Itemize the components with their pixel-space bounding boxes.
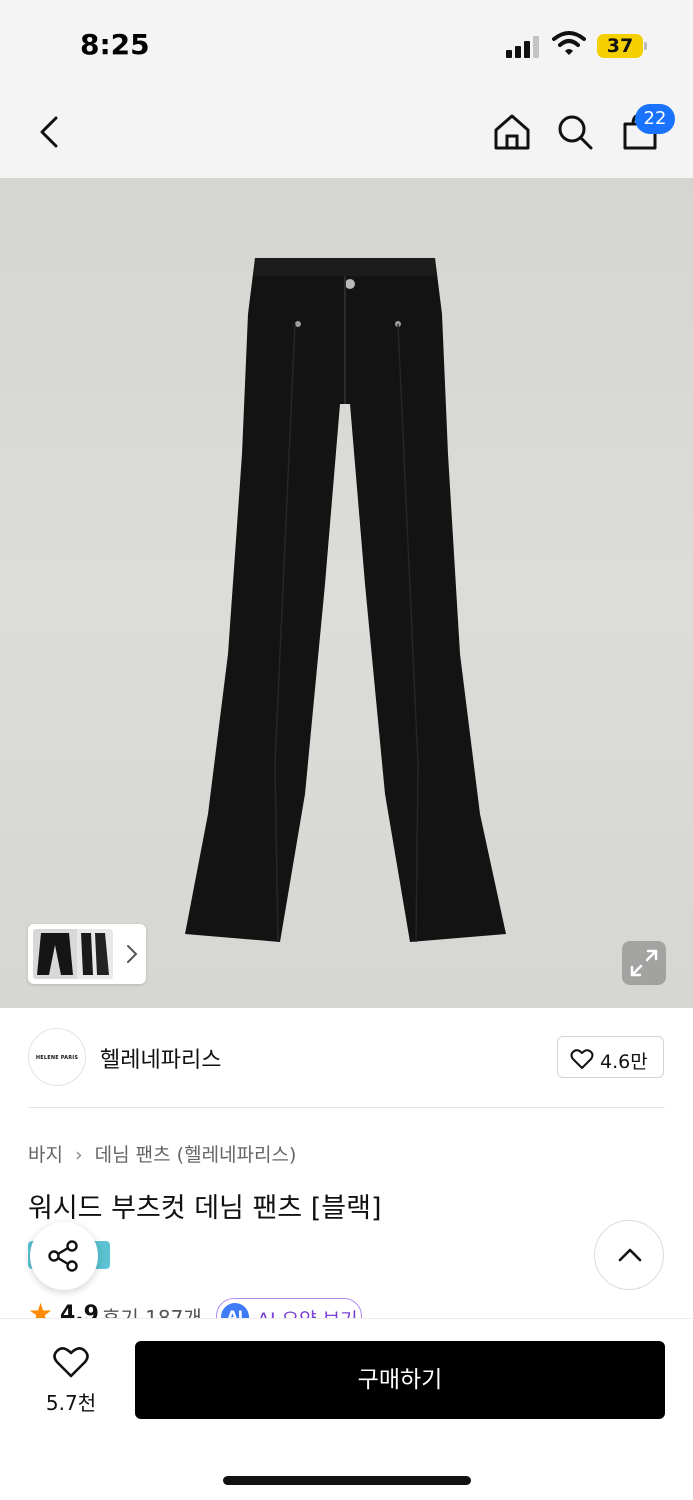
pants-illustration — [185, 258, 506, 943]
ai-summary-chip[interactable]: AI AI 요약 보기 — [216, 1298, 362, 1318]
top-nav-bar — [0, 90, 693, 178]
ai-icon: AI — [221, 1303, 249, 1318]
search-icon[interactable] — [553, 110, 597, 154]
wifi-icon — [552, 31, 586, 55]
brand-logo[interactable]: HELENE PARIS — [28, 1028, 86, 1086]
expand-icon[interactable] — [622, 941, 666, 985]
heart-icon — [53, 1347, 89, 1378]
status-time: 8:25 — [80, 28, 150, 61]
breadcrumb-category[interactable]: 바지 — [28, 1144, 63, 1166]
star-icon: ★ — [28, 1297, 54, 1319]
review-count-link[interactable]: 후기 187개 — [102, 1302, 202, 1318]
share-button[interactable] — [30, 1222, 98, 1290]
wishlist-button[interactable]: 5.7천 — [30, 1341, 112, 1419]
buy-button[interactable]: 구매하기 — [135, 1341, 665, 1419]
brand-name[interactable]: 헬레네파리스 — [100, 1042, 221, 1074]
product-title: 워시드 부츠컷 데님 팬츠 [블랙] — [28, 1193, 382, 1224]
share-icon — [48, 1240, 78, 1272]
rating-row: ★ 4.9 후기 187개 AI AI 요약 보기 — [28, 1296, 668, 1318]
bottom-action-bar: 5.7천 구매하기 — [0, 1318, 693, 1500]
scroll-top-button[interactable] — [594, 1220, 664, 1290]
home-indicator — [223, 1476, 471, 1485]
signal-icon — [506, 34, 542, 58]
thumbnail-chevron-icon[interactable] — [124, 940, 140, 968]
status-bar: 8:25 37 — [0, 0, 693, 90]
breadcrumb: 바지 › 데님 팬츠 (헬레네파리스) — [28, 1140, 296, 1167]
battery-icon: 37 — [597, 34, 643, 58]
chevron-right-icon: › — [75, 1144, 83, 1166]
heart-icon — [570, 1049, 594, 1069]
home-icon[interactable] — [490, 110, 534, 154]
cart-count-badge: 22 — [635, 104, 675, 134]
rating-value: 4.9 — [60, 1302, 99, 1318]
ai-summary-label: AI 요약 보기 — [257, 1305, 358, 1318]
brand-like-button[interactable]: 4.6만 — [557, 1036, 664, 1078]
divider — [28, 1107, 665, 1108]
breadcrumb-subcategory[interactable]: 데님 팬츠 (헬레네파리스) — [95, 1144, 297, 1166]
battery-nub — [644, 42, 647, 50]
brand-like-count: 4.6만 — [600, 1051, 648, 1073]
thumbnail-strip[interactable] — [28, 924, 146, 984]
product-image[interactable] — [0, 178, 693, 1008]
chevron-up-icon — [618, 1248, 642, 1262]
back-icon[interactable] — [28, 110, 72, 154]
thumbnail-image[interactable] — [33, 929, 113, 979]
wishlist-count: 5.7천 — [45, 1391, 97, 1415]
brand-row: HELENE PARIS 헬레네파리스 4.6만 — [0, 1008, 693, 1108]
